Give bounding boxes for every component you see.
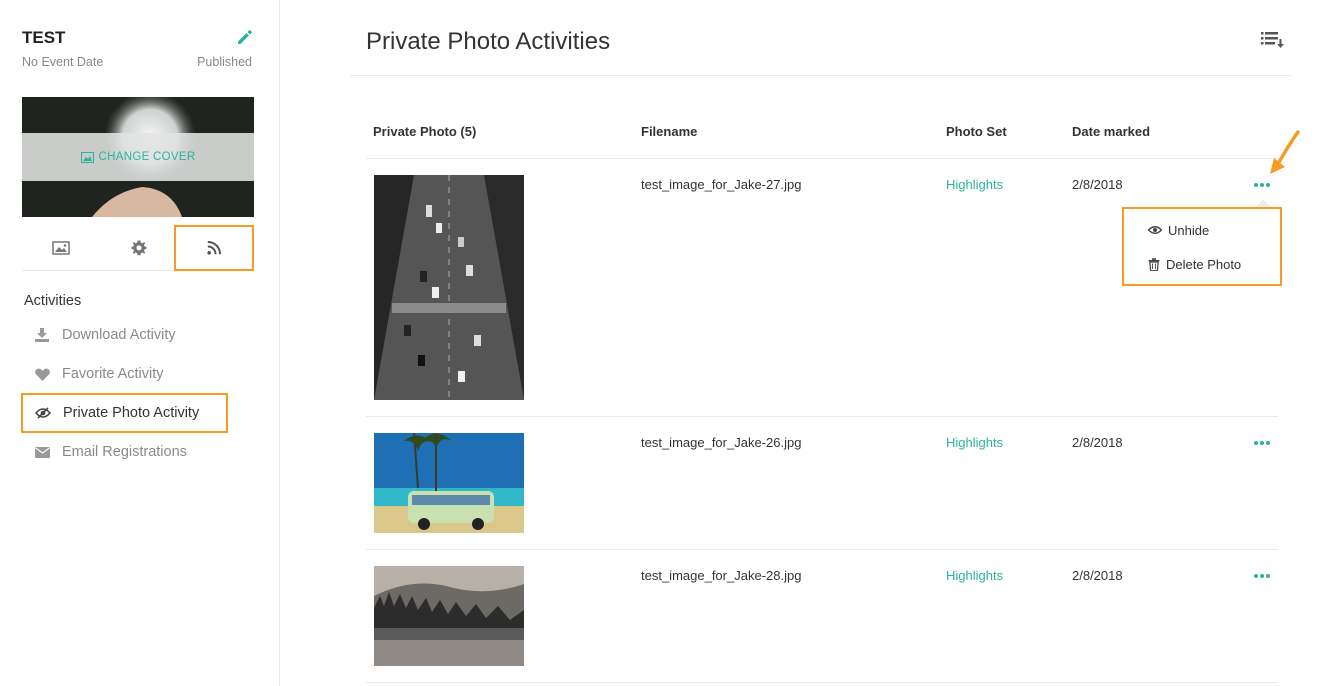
download-icon xyxy=(35,328,49,342)
eye-slash-icon xyxy=(35,407,51,419)
page-title: Private Photo Activities xyxy=(366,28,611,55)
date-marked-cell: 2/8/2018 xyxy=(1072,435,1123,450)
rss-icon xyxy=(207,241,221,255)
filename-cell: test_image_for_Jake-26.jpg xyxy=(641,435,802,450)
tab-settings[interactable] xyxy=(100,225,178,271)
menu-item-label: Delete Photo xyxy=(1166,256,1242,272)
photo-thumbnail[interactable] xyxy=(374,175,524,400)
sidebar-item-email-registrations[interactable]: Email Registrations xyxy=(22,433,227,471)
cover-image: CHANGE COVER xyxy=(22,97,254,217)
photo-set-link[interactable]: Highlights xyxy=(946,177,1003,192)
arrow-pointer-icon xyxy=(1270,130,1300,174)
envelope-icon xyxy=(34,446,50,458)
menu-item-label: Unhide xyxy=(1168,222,1210,238)
column-header-photo: Private Photo (5) xyxy=(373,124,477,139)
filename-cell: test_image_for_Jake-27.jpg xyxy=(641,177,802,192)
date-marked-cell: 2/8/2018 xyxy=(1072,177,1123,192)
divider xyxy=(366,682,1278,683)
sidebar-tabs xyxy=(22,225,254,271)
tab-photos[interactable] xyxy=(22,225,100,271)
change-cover-button[interactable]: CHANGE COVER xyxy=(22,133,254,181)
sidebar-item-private-photo-activity[interactable]: Private Photo Activity xyxy=(21,393,228,433)
image-icon xyxy=(52,241,70,255)
sidebar-item-favorite-activity[interactable]: Favorite Activity xyxy=(22,355,227,393)
divider xyxy=(350,75,1292,76)
pencil-icon[interactable] xyxy=(236,28,254,46)
image-icon xyxy=(80,151,94,163)
photo-thumbnail[interactable] xyxy=(374,566,524,666)
sidebar-item-label: Favorite Activity xyxy=(62,366,164,382)
sidebar-item-label: Private Photo Activity xyxy=(63,405,200,421)
filename-cell: test_image_for_Jake-28.jpg xyxy=(641,568,802,583)
more-options-button[interactable] xyxy=(1254,438,1272,448)
forest-lake-photo xyxy=(374,566,524,666)
activities-heading: Activities xyxy=(24,293,82,309)
heart-icon xyxy=(34,368,50,381)
gear-icon xyxy=(131,240,147,256)
column-header-photo-set: Photo Set xyxy=(946,124,1007,139)
more-options-button[interactable] xyxy=(1254,180,1272,190)
divider xyxy=(366,549,1278,550)
divider xyxy=(366,158,1278,159)
menu-caret xyxy=(1256,199,1270,207)
tab-activities[interactable] xyxy=(174,225,254,271)
more-options-button[interactable] xyxy=(1254,571,1272,581)
menu-item-delete-photo[interactable]: Delete Photo xyxy=(1148,254,1241,274)
event-date: No Event Date xyxy=(22,55,104,69)
photo-set-link[interactable]: Highlights xyxy=(946,568,1003,583)
event-title: TEST xyxy=(22,28,66,47)
beach-van-photo xyxy=(374,433,524,533)
sidebar-item-label: Email Registrations xyxy=(62,444,187,460)
change-cover-label: CHANGE COVER xyxy=(98,151,196,163)
divider xyxy=(366,416,1278,417)
sort-icon[interactable] xyxy=(1260,30,1286,50)
eye-icon xyxy=(1148,226,1162,234)
column-header-filename: Filename xyxy=(641,124,698,139)
sidebar-item-download-activity[interactable]: Download Activity xyxy=(22,316,227,354)
photo-options-menu: Unhide Delete Photo xyxy=(1122,207,1282,286)
sidebar-item-label: Download Activity xyxy=(62,327,176,343)
event-status: Published xyxy=(197,55,252,69)
photo-set-link[interactable]: Highlights xyxy=(946,435,1003,450)
trash-icon xyxy=(1148,257,1160,271)
date-marked-cell: 2/8/2018 xyxy=(1072,568,1123,583)
sidebar: TEST No Event Date Published CHANGE COVE… xyxy=(0,0,280,686)
menu-item-unhide[interactable]: Unhide xyxy=(1148,220,1209,240)
photo-thumbnail[interactable] xyxy=(374,433,524,533)
column-header-date-marked: Date marked xyxy=(1072,124,1151,139)
street-photo xyxy=(374,175,524,400)
